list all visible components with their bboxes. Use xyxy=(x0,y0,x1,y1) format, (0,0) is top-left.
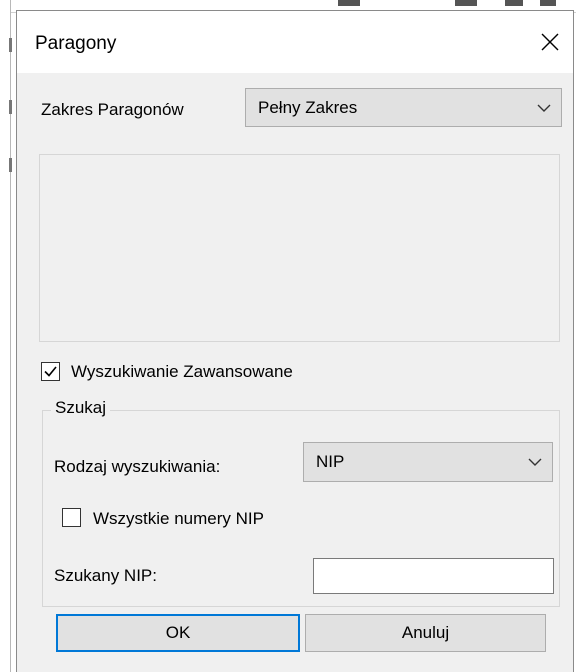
title-bar[interactable]: Paragony xyxy=(17,11,573,73)
chevron-down-icon xyxy=(528,458,542,466)
checkmark-icon xyxy=(44,366,57,377)
ok-button-label: OK xyxy=(165,623,191,642)
background-mark xyxy=(540,0,556,6)
background-mark xyxy=(9,100,12,114)
search-type-selected-value: NIP xyxy=(316,452,345,471)
chevron-down-icon xyxy=(537,104,551,112)
close-button[interactable] xyxy=(527,11,573,73)
background-mark xyxy=(9,158,12,172)
background-mark xyxy=(505,0,523,6)
search-type-select[interactable]: NIP xyxy=(303,442,553,482)
cancel-button-label: Anuluj xyxy=(401,623,450,642)
range-details-panel xyxy=(39,154,560,342)
close-icon xyxy=(541,33,559,51)
ok-button[interactable]: OK xyxy=(56,614,300,652)
range-selected-value: Pełny Zakres xyxy=(258,97,358,117)
advanced-search-label: Wyszukiwanie Zawansowane xyxy=(71,362,293,381)
advanced-search-checkbox[interactable] xyxy=(41,362,60,381)
cancel-button[interactable]: Anuluj xyxy=(305,614,546,652)
dialog-title: Paragony xyxy=(35,33,117,54)
screen: Paragony Zakres Paragonów Pełny Zakres W… xyxy=(0,0,576,672)
all-nip-label: Wszystkie numery NIP xyxy=(93,509,264,528)
range-label: Zakres Paragonów xyxy=(41,100,184,119)
background-mark xyxy=(338,0,360,6)
background-mark xyxy=(9,38,12,52)
search-group-legend: Szukaj xyxy=(51,398,111,418)
background-mark xyxy=(455,0,477,6)
search-type-label: Rodzaj wyszukiwania: xyxy=(54,457,221,476)
range-select[interactable]: Pełny Zakres xyxy=(245,88,562,127)
nip-label: Szukany NIP: xyxy=(54,566,157,585)
all-nip-checkbox[interactable] xyxy=(62,508,81,527)
paragony-dialog: Paragony Zakres Paragonów Pełny Zakres W… xyxy=(16,10,574,672)
nip-input[interactable] xyxy=(313,558,554,594)
